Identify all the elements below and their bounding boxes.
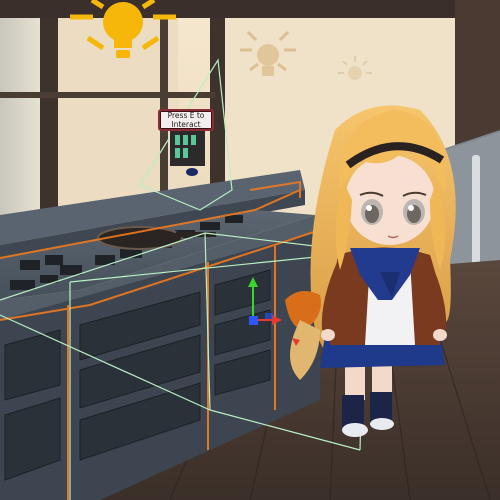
game-viewport[interactable]: Press E to Interact bbox=[0, 0, 500, 500]
interaction-prompt: Press E to Interact bbox=[158, 109, 214, 131]
interaction-prompt-text: Press E to Interact bbox=[167, 111, 205, 129]
interact-marker bbox=[186, 168, 198, 176]
character-socks bbox=[342, 395, 364, 427]
window-frame-rail bbox=[0, 92, 215, 98]
window-frame-post-1 bbox=[40, 18, 58, 233]
window-pane-left bbox=[0, 18, 40, 233]
3d-scene bbox=[0, 0, 500, 500]
character-face bbox=[345, 155, 435, 245]
